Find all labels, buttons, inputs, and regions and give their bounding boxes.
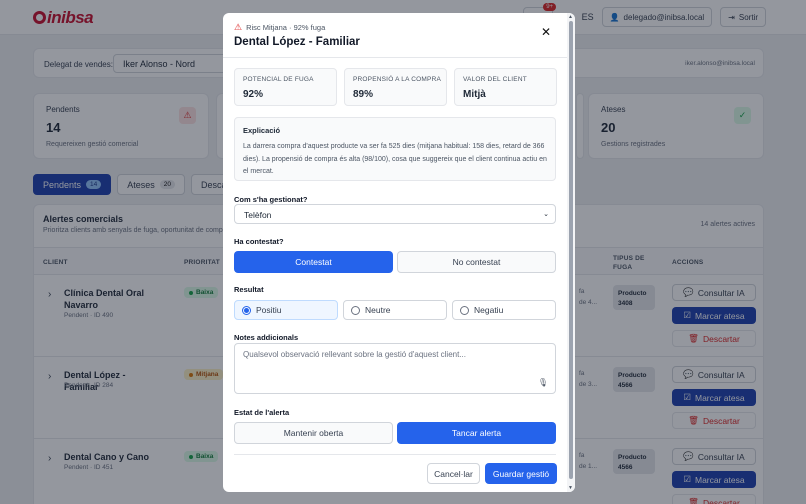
modal-scrollbar[interactable]: ▲ ▼ [567,13,575,492]
result-positive-radio[interactable]: Positiu [234,300,338,320]
result-neutral-radio[interactable]: Neutre [343,300,447,320]
keep-open-button[interactable]: Mantenir oberta [234,422,393,444]
close-alert-button[interactable]: Tancar alerta [397,422,556,444]
explanation-box: Explicació La darrera compra d'aquest pr… [234,117,556,181]
modal-header: ⚠ Risc Mitjana · 92% fuga Dental López -… [223,13,575,58]
answered-no-button[interactable]: No contestat [397,251,556,273]
kpi-client-value: VALOR DEL CLIENT Mitjà [454,68,557,106]
scrollbar-thumb[interactable] [569,21,573,479]
scroll-down-icon[interactable]: ▼ [568,485,573,491]
result-negative-radio[interactable]: Negatiu [452,300,556,320]
warning-triangle-icon: ⚠ [234,22,243,32]
risk-label: Risc Mitjana · 92% fuga [246,23,326,32]
notes-textarea[interactable]: Qualsevol observació rellevant sobre la … [234,343,556,394]
answered-label: Ha contestat? [234,237,284,246]
kpi-purchase-propensity: PROPENSIÓ A LA COMPRA 89% [344,68,447,106]
notes-label: Notes addicionals [234,333,299,342]
microphone-icon[interactable]: 🎙 [538,378,548,387]
alert-state-label: Estat de l'alerta [234,408,290,417]
how-managed-select[interactable]: Telèfon ⌄ [234,204,556,224]
chevron-down-icon: ⌄ [543,211,549,218]
modal-title: Dental López - Familiar [234,36,360,48]
result-label: Resultat [234,285,264,294]
kpi-leak-potential: POTENCIAL DE FUGA 92% [234,68,337,106]
modal-footer-divider [234,454,556,455]
answered-yes-button[interactable]: Contestat [234,251,393,273]
close-icon[interactable]: ✕ [541,25,551,39]
save-button[interactable]: Guardar gestió [485,463,557,484]
cancel-button[interactable]: Cancel·lar [427,463,480,484]
how-managed-label: Com s'ha gestionat? [234,195,308,204]
scroll-up-icon[interactable]: ▲ [568,14,573,20]
alert-management-modal: ⚠ Risc Mitjana · 92% fuga Dental López -… [223,13,575,492]
